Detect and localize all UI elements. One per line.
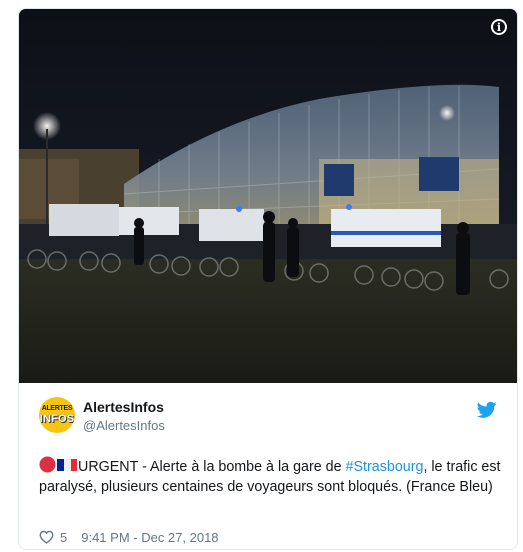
red-circle-emoji bbox=[39, 456, 56, 473]
tweet-photo[interactable]: i bbox=[19, 9, 517, 383]
tweet-card[interactable]: i ALERTES INFOS AlertesInfos @AlertesInf… bbox=[18, 8, 518, 550]
tweet-timestamp[interactable]: 9:41 PM - Dec 27, 2018 bbox=[81, 530, 218, 545]
like-count[interactable]: 5 bbox=[60, 530, 67, 545]
avatar-text-bottom: INFOS bbox=[39, 413, 75, 425]
tweet-text: URGENT - Alerte à la bombe à la gare de … bbox=[39, 456, 505, 497]
author-handle[interactable]: @AlertesInfos bbox=[83, 418, 165, 433]
photo-scene bbox=[19, 9, 517, 383]
tweet-meta: 5 9:41 PM - Dec 27, 2018 bbox=[39, 528, 219, 546]
twitter-bird-icon[interactable] bbox=[477, 401, 497, 419]
tweet-author[interactable]: ALERTES INFOS AlertesInfos @AlertesInfos bbox=[39, 397, 497, 437]
french-flag-emoji bbox=[57, 459, 77, 471]
avatar[interactable]: ALERTES INFOS bbox=[39, 397, 75, 433]
avatar-text-top: ALERTES bbox=[41, 405, 73, 412]
heart-icon[interactable] bbox=[39, 530, 54, 544]
author-name[interactable]: AlertesInfos bbox=[83, 399, 164, 415]
tweet-text-start: URGENT - Alerte à la bombe à la gare de bbox=[78, 459, 346, 475]
info-icon[interactable]: i bbox=[491, 19, 507, 35]
hashtag-link[interactable]: #Strasbourg bbox=[346, 459, 424, 475]
